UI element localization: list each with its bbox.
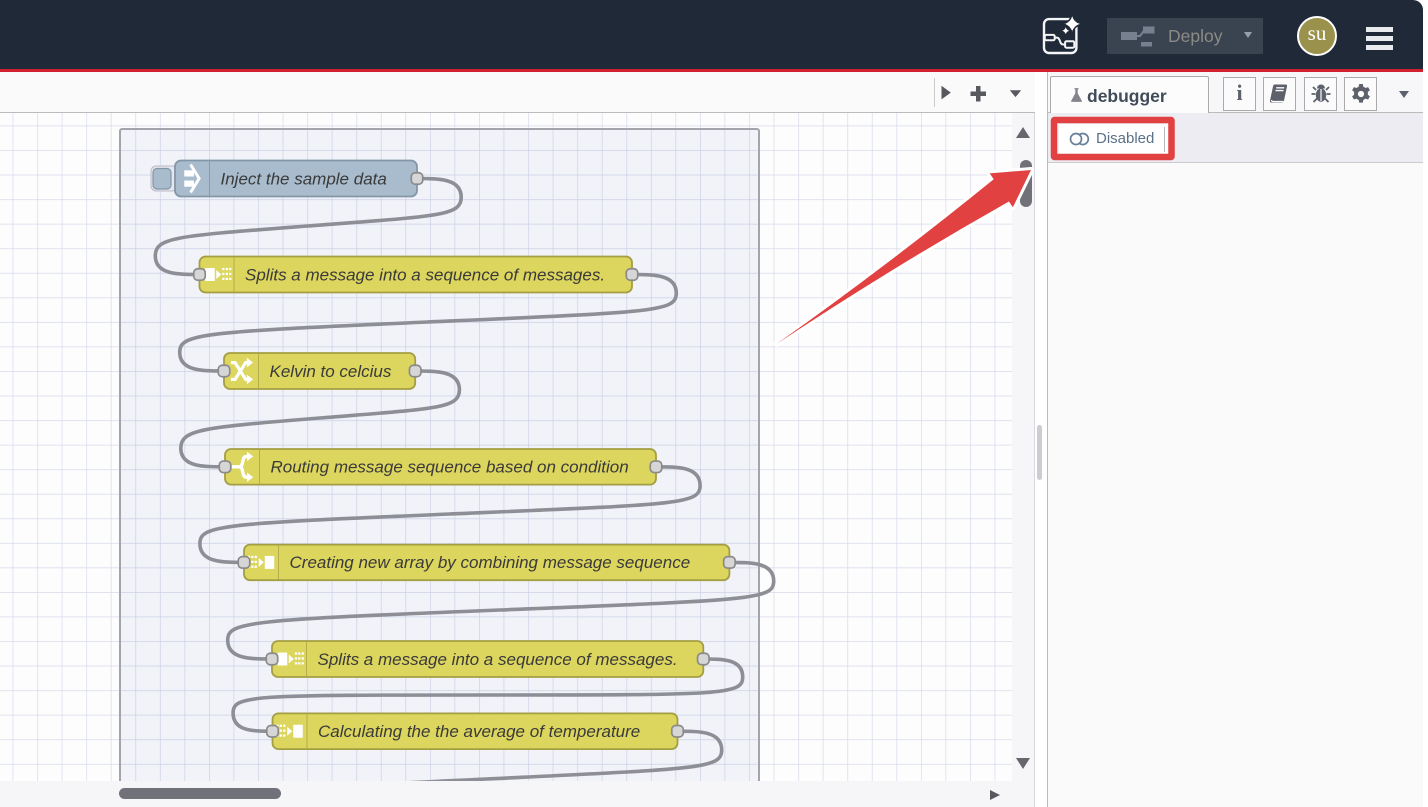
svg-text:Splits a message into a sequen: Splits a message into a sequence of mess… — [318, 650, 678, 669]
svg-text:Splits a message into a sequen: Splits a message into a sequence of mess… — [245, 265, 605, 284]
svg-text:Routing message sequence based: Routing message sequence based on condit… — [271, 458, 629, 477]
svg-text:Kelvin to celcius: Kelvin to celcius — [270, 362, 392, 381]
svg-text:Creating new array by combinin: Creating new array by combining message … — [290, 553, 691, 572]
svg-text:Calculating the the average of: Calculating the the average of temperatu… — [318, 722, 640, 741]
svg-text:Inject the sample data: Inject the sample data — [221, 169, 387, 188]
